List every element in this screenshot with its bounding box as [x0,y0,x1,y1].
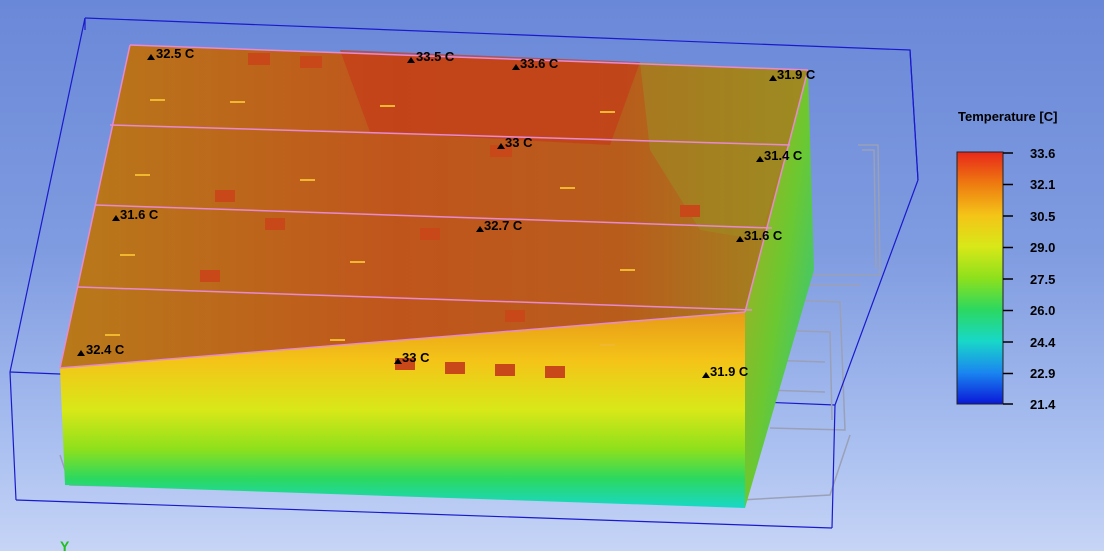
svg-text:32.4 C: 32.4 C [86,342,125,357]
svg-text:33 C: 33 C [505,135,533,150]
module-top-hotspot [340,50,640,145]
svg-text:33 C: 33 C [402,350,430,365]
svg-text:32.5 C: 32.5 C [156,46,195,61]
legend-tick-label: 33.6 [1030,146,1055,161]
legend-tick-label: 30.5 [1030,209,1055,224]
probe-12[interactable]: 31.9 C [702,364,749,379]
legend-tick-label: 29.0 [1030,240,1055,255]
svg-text:33.5 C: 33.5 C [416,49,455,64]
svg-text:32.7 C: 32.7 C [484,218,523,233]
probe-6[interactable]: 31.4 C [756,148,803,163]
svg-text:31.9 C: 31.9 C [777,67,816,82]
legend-tick-label: 26.0 [1030,303,1055,318]
probe-7[interactable]: 31.6 C [112,207,159,222]
probe-4[interactable]: 31.9 C [769,67,816,82]
legend-colorbar [956,151,1004,405]
svg-text:31.6 C: 31.6 C [120,207,159,222]
legend-tick-label: 32.1 [1030,177,1055,192]
svg-text:31.9 C: 31.9 C [710,364,749,379]
svg-text:31.6 C: 31.6 C [744,228,783,243]
legend-title: Temperature [C] [958,109,1057,124]
axis-triad-y: Y [60,538,70,551]
legend-tick-marks [1003,152,1013,405]
probe-9[interactable]: 31.6 C [736,228,783,243]
svg-text:33.6 C: 33.6 C [520,56,559,71]
legend-tick-label: 27.5 [1030,272,1055,287]
svg-text:31.4 C: 31.4 C [764,148,803,163]
legend-tick-label: 22.9 [1030,366,1055,381]
legend-tick-label: 21.4 [1030,397,1056,412]
3d-viewport[interactable]: 32.5 C 33.5 C 33.6 C 31.9 C 33 C 31.4 C … [0,0,1104,554]
legend-tick-label: 24.4 [1030,335,1056,350]
color-legend: Temperature [C] 33.6 32.1 30.5 29.0 27.5… [956,109,1057,412]
probe-8[interactable]: 32.7 C [476,218,523,233]
legend-tick-labels: 33.6 32.1 30.5 29.0 27.5 26.0 24.4 22.9 … [1030,146,1056,412]
probe-3[interactable]: 33.6 C [512,56,559,71]
battery-module[interactable] [59,44,814,508]
thermal-scene: 32.5 C 33.5 C 33.6 C 31.9 C 33 C 31.4 C … [9,17,1057,554]
